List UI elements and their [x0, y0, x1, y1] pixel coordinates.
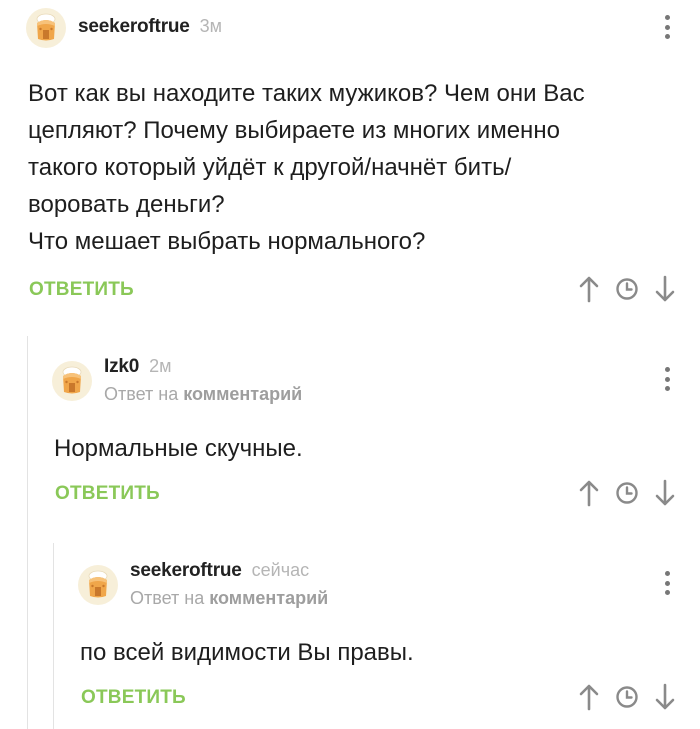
reply-to: Ответ на комментарий	[130, 588, 328, 609]
comment-actions	[576, 682, 678, 712]
comment-actions	[576, 478, 678, 508]
comment-actions	[576, 274, 678, 304]
arrow-up-icon[interactable]	[576, 682, 602, 712]
username[interactable]: seekeroftrue	[130, 560, 242, 582]
thread-line	[27, 336, 28, 729]
comment-header: Izk0 2м Ответ на комментарий	[52, 356, 302, 405]
reply-button[interactable]: ОТВЕТИТЬ	[81, 687, 186, 709]
clock-icon[interactable]	[614, 682, 640, 712]
clock-icon[interactable]	[614, 478, 640, 508]
avatar-icon[interactable]	[26, 8, 66, 48]
comment-text-line: цепляют? Почему выбираете из многих имен…	[28, 117, 560, 144]
clock-icon[interactable]	[614, 274, 640, 304]
comment-text-line: такого который уйдёт к другой/начнёт бит…	[28, 154, 512, 181]
comment-header: seekeroftrue сейчас Ответ на комментарий	[78, 560, 328, 609]
comment-text: по всей видимости Вы правы.	[80, 634, 414, 671]
avatar-icon[interactable]	[52, 361, 92, 401]
reply-to: Ответ на комментарий	[104, 384, 302, 405]
reply-to-link[interactable]: комментарий	[183, 384, 302, 404]
timestamp[interactable]: 2м	[149, 356, 171, 377]
comment-text: Вот как вы находите таких мужиков? Чем о…	[28, 75, 585, 260]
reply-button[interactable]: ОТВЕТИТЬ	[29, 279, 134, 301]
arrow-down-icon[interactable]	[652, 478, 678, 508]
arrow-down-icon[interactable]	[652, 274, 678, 304]
username[interactable]: Izk0	[104, 356, 139, 378]
thread-line	[53, 543, 54, 729]
arrow-up-icon[interactable]	[576, 478, 602, 508]
reply-to-prefix: Ответ на	[104, 384, 179, 404]
comment-text-line: по всей видимости Вы правы.	[80, 639, 414, 666]
comment-text-line: воровать деньги?	[28, 191, 225, 218]
avatar-icon[interactable]	[78, 565, 118, 605]
arrow-up-icon[interactable]	[576, 274, 602, 304]
more-vertical-icon[interactable]	[657, 568, 677, 598]
comment-text: Нормальные скучные.	[54, 430, 303, 467]
comment-header: seekeroftrue 3м	[26, 8, 222, 48]
username[interactable]: seekeroftrue	[78, 16, 190, 38]
comment-text-line: Нормальные скучные.	[54, 435, 303, 462]
comment-text-line: Вот как вы находите таких мужиков? Чем о…	[28, 80, 585, 107]
timestamp[interactable]: 3м	[200, 16, 222, 37]
comment-text-line: Что мешает выбрать нормального?	[28, 228, 426, 255]
timestamp[interactable]: сейчас	[252, 560, 309, 581]
reply-to-prefix: Ответ на	[130, 588, 205, 608]
reply-button[interactable]: ОТВЕТИТЬ	[55, 483, 160, 505]
more-vertical-icon[interactable]	[657, 364, 677, 394]
arrow-down-icon[interactable]	[652, 682, 678, 712]
reply-to-link[interactable]: комментарий	[209, 588, 328, 608]
more-vertical-icon[interactable]	[657, 12, 677, 42]
